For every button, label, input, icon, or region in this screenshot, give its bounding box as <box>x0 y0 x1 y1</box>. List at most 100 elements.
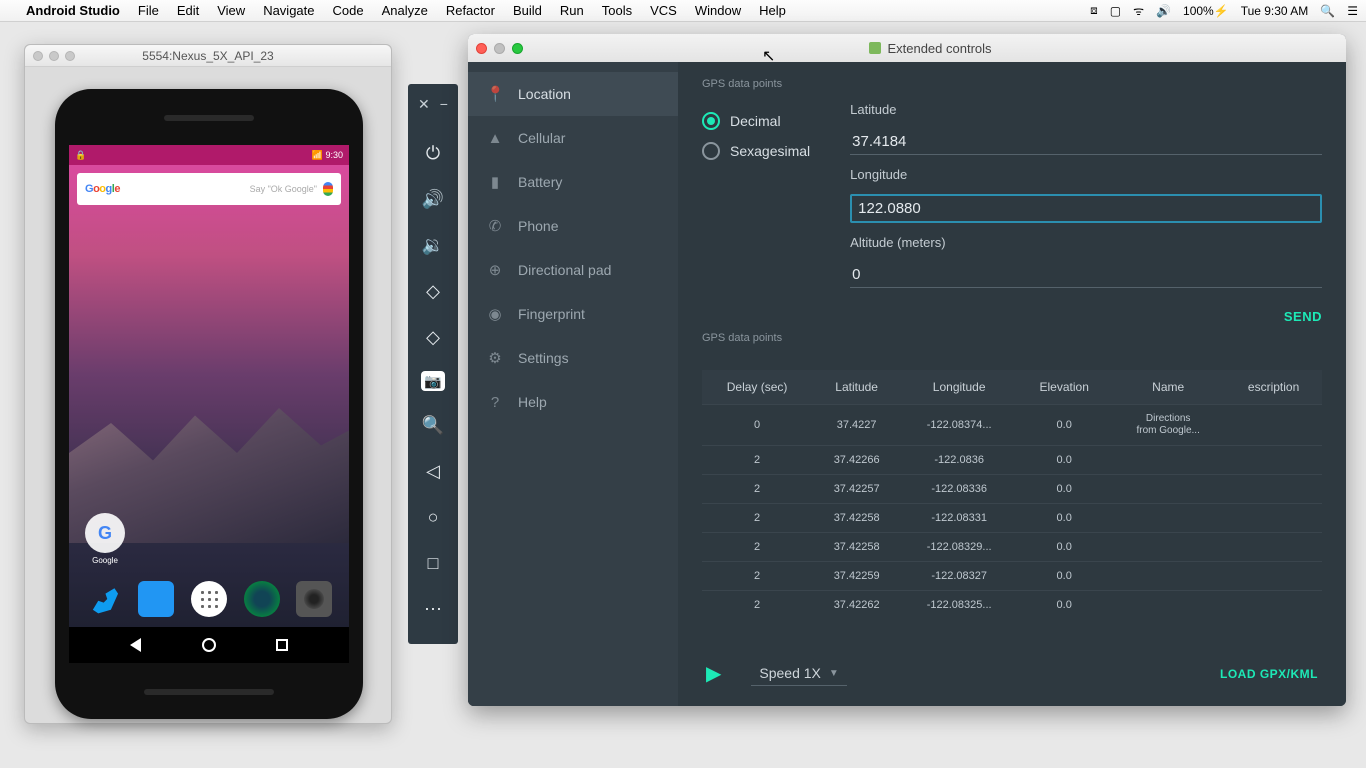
menu-run[interactable]: Run <box>560 3 584 18</box>
sidebar-item-dpad[interactable]: ⊕Directional pad <box>468 248 678 292</box>
chevron-down-icon: ▼ <box>829 668 839 679</box>
toolbar-minimize-icon[interactable]: − <box>440 96 448 113</box>
latitude-input[interactable] <box>850 129 1322 155</box>
nav-recent[interactable] <box>276 639 288 651</box>
menu-vcs[interactable]: VCS <box>650 3 677 18</box>
toolbar-home-icon[interactable]: ○ <box>419 505 447 529</box>
gps-points-table: Delay (sec) Latitude Longitude Elevation… <box>702 370 1322 619</box>
sidebar-item-battery[interactable]: ▮Battery <box>468 160 678 204</box>
dock-messages[interactable] <box>138 581 174 617</box>
emulator-window: 5554:Nexus_5X_API_23 🔒 📶 9:30 Google Say… <box>24 44 392 724</box>
google-folder[interactable]: G Google <box>83 513 127 565</box>
th-delay[interactable]: Delay (sec) <box>702 370 812 405</box>
table-row[interactable]: 237.42262-122.08325...0.0 <box>702 591 1322 620</box>
menu-code[interactable]: Code <box>333 3 364 18</box>
ext-titlebar[interactable]: Extended controls <box>468 34 1346 62</box>
cellular-icon: ▲ <box>486 130 504 147</box>
toolbar-back-icon[interactable]: ◁ <box>419 459 447 483</box>
table-row[interactable]: 237.42257-122.083360.0 <box>702 475 1322 504</box>
th-lat[interactable]: Latitude <box>812 370 901 405</box>
menu-tools[interactable]: Tools <box>602 3 632 18</box>
speed-select[interactable]: Speed 1X ▼ <box>751 661 846 686</box>
tray-battery[interactable]: 100% ⚡ <box>1183 4 1229 18</box>
tray-volume-icon[interactable]: 🔊 <box>1156 4 1171 18</box>
mic-icon[interactable] <box>323 182 333 196</box>
section-gps-1: GPS data points <box>702 78 1322 90</box>
menu-help[interactable]: Help <box>759 3 786 18</box>
dock-phone[interactable] <box>86 581 122 617</box>
tray-dropbox-icon[interactable]: ⧈ <box>1090 3 1098 18</box>
th-desc[interactable]: escription <box>1225 370 1322 405</box>
menu-navigate[interactable]: Navigate <box>263 3 314 18</box>
tray-airplay-icon[interactable]: ▢ <box>1110 4 1121 18</box>
sidebar-item-cellular[interactable]: ▲Cellular <box>468 116 678 160</box>
homescreen[interactable]: Google Say "Ok Google" G Google <box>69 165 349 663</box>
toolbar-more-icon[interactable]: ⋯ <box>419 597 447 621</box>
toolbar-zoom-icon[interactable]: 🔍 <box>419 413 447 437</box>
menu-file[interactable]: File <box>138 3 159 18</box>
sidebar-item-location[interactable]: 📍Location <box>468 72 678 116</box>
help-icon: ? <box>486 394 504 411</box>
radio-decimal[interactable]: Decimal <box>702 112 810 130</box>
dock-camera[interactable] <box>296 581 332 617</box>
dock <box>69 575 349 623</box>
emulator-title: 5554:Nexus_5X_API_23 <box>142 49 273 63</box>
tray-clock[interactable]: Tue 9:30 AM <box>1241 4 1309 18</box>
longitude-input[interactable] <box>850 194 1322 223</box>
toolbar-overview-icon[interactable]: □ <box>419 551 447 575</box>
battery-icon: ▮ <box>486 173 504 191</box>
toolbar-rotate-right-icon[interactable]: ◇ <box>419 325 447 349</box>
th-name[interactable]: Name <box>1111 370 1225 405</box>
section-gps-2: GPS data points <box>702 332 1322 344</box>
table-row[interactable]: 237.42266-122.08360.0 <box>702 446 1322 475</box>
nav-back[interactable] <box>130 638 141 652</box>
altitude-input[interactable] <box>850 262 1322 288</box>
table-row[interactable]: 237.42258-122.08329...0.0 <box>702 533 1322 562</box>
dpad-icon: ⊕ <box>486 261 504 279</box>
table-row[interactable]: 237.42259-122.083270.0 <box>702 562 1322 591</box>
menu-build[interactable]: Build <box>513 3 542 18</box>
lock-icon: 🔒 <box>75 150 86 161</box>
status-time: 9:30 <box>325 150 343 160</box>
macos-menubar: Android Studio File Edit View Navigate C… <box>0 0 1366 22</box>
load-gpx-button[interactable]: LOAD GPX/KML <box>1220 667 1318 681</box>
device-screen[interactable]: 🔒 📶 9:30 Google Say "Ok Google" G Google <box>69 145 349 663</box>
sidebar-item-phone[interactable]: ✆Phone <box>468 204 678 248</box>
dock-allapps[interactable] <box>191 581 227 617</box>
send-button[interactable]: SEND <box>1284 309 1322 324</box>
tray-spotlight-icon[interactable]: 🔍 <box>1320 4 1335 18</box>
google-search-bar[interactable]: Google Say "Ok Google" <box>77 173 341 205</box>
radio-sexagesimal[interactable]: Sexagesimal <box>702 142 810 160</box>
sidebar-item-settings[interactable]: ⚙Settings <box>468 336 678 380</box>
menu-edit[interactable]: Edit <box>177 3 199 18</box>
toolbar-rotate-left-icon[interactable]: ◇ <box>419 279 447 303</box>
tray-notifications-icon[interactable]: ☰ <box>1347 4 1358 18</box>
menu-window[interactable]: Window <box>695 3 741 18</box>
toolbar-screenshot-icon[interactable]: 📷 <box>421 371 445 391</box>
google-logo: Google <box>85 183 120 195</box>
menu-refactor[interactable]: Refactor <box>446 3 495 18</box>
app-name[interactable]: Android Studio <box>26 3 120 18</box>
menu-view[interactable]: View <box>217 3 245 18</box>
sidebar-item-fingerprint[interactable]: ◉Fingerprint <box>468 292 678 336</box>
table-row[interactable]: 237.42258-122.083310.0 <box>702 504 1322 533</box>
window-minimize-button[interactable] <box>494 43 505 54</box>
dock-browser[interactable] <box>244 581 280 617</box>
th-lon[interactable]: Longitude <box>901 370 1017 405</box>
sidebar-item-help[interactable]: ?Help <box>468 380 678 424</box>
search-hint: Say "Ok Google" <box>120 184 323 194</box>
play-button[interactable]: ▶ <box>706 661 721 686</box>
toolbar-power-icon[interactable]: ⏻ <box>419 141 447 165</box>
nav-home[interactable] <box>202 638 216 652</box>
latitude-label: Latitude <box>850 102 1322 117</box>
toolbar-volume-up-icon[interactable]: 🔊 <box>419 187 447 211</box>
window-close-button[interactable] <box>476 43 487 54</box>
th-elev[interactable]: Elevation <box>1017 370 1111 405</box>
emulator-titlebar[interactable]: 5554:Nexus_5X_API_23 <box>25 45 391 67</box>
window-zoom-button[interactable] <box>512 43 523 54</box>
toolbar-volume-down-icon[interactable]: 🔉 <box>419 233 447 257</box>
tray-wifi-icon[interactable]: ᯤ <box>1133 2 1144 19</box>
table-row[interactable]: 037.4227-122.08374...0.0Directionsfrom G… <box>702 405 1322 446</box>
toolbar-close-icon[interactable]: ✕ <box>418 96 430 113</box>
menu-analyze[interactable]: Analyze <box>382 3 428 18</box>
